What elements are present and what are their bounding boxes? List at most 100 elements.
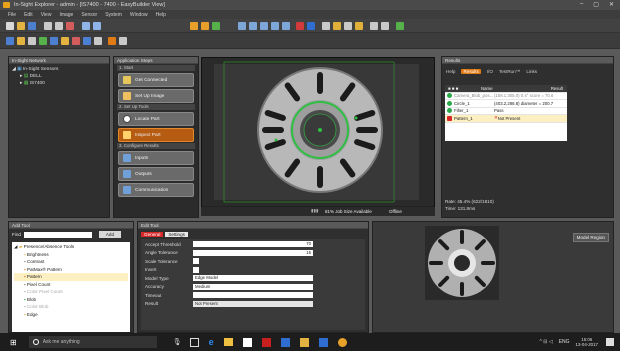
tab-links[interactable]: Links <box>526 69 537 74</box>
angle-tolerance-input[interactable]: 15 <box>193 249 313 256</box>
tool-item[interactable]: ▪ Edge <box>14 311 128 319</box>
redo-icon[interactable] <box>93 22 101 30</box>
language-indicator[interactable]: ENG <box>559 339 570 345</box>
tool-item[interactable]: ▪ Pixel Count <box>14 281 128 289</box>
notifications-icon[interactable] <box>606 338 614 346</box>
clock[interactable]: 15:06 13-04-2017 <box>576 337 598 347</box>
outputs-button[interactable]: Outputs <box>118 167 194 181</box>
menu-view[interactable]: View <box>41 12 52 18</box>
new-icon[interactable] <box>6 22 14 30</box>
locate-part-button[interactable]: Locate Part <box>118 112 194 126</box>
inspect-part-button[interactable]: Inspect Part <box>118 128 194 142</box>
spreadsheet-view-icon[interactable] <box>17 37 25 45</box>
model-region-button[interactable]: Model Region <box>572 233 609 242</box>
tree-item-is7400[interactable]: ▸ ▦ IS7400 <box>12 80 106 87</box>
tool-group-presence[interactable]: ◢ ▰ Presence/Absence Tools <box>14 243 128 251</box>
maximize-button[interactable]: ▢ <box>593 1 599 8</box>
zoom-100-icon[interactable] <box>282 22 290 30</box>
zoom-region-icon[interactable] <box>370 22 378 30</box>
col-result[interactable]: Result <box>517 86 567 91</box>
add-button[interactable]: Add <box>98 231 121 238</box>
cut-icon[interactable] <box>44 22 52 30</box>
image-display[interactable] <box>201 57 435 215</box>
settings-icon[interactable] <box>355 22 363 30</box>
menu-help[interactable]: Help <box>156 12 166 18</box>
tab-testrun[interactable]: TestRun™ <box>499 69 520 74</box>
tree-item-dell[interactable]: ▸ ▤ DELL <box>12 73 106 80</box>
store-icon[interactable] <box>242 337 252 347</box>
filmstrip-icon[interactable] <box>307 22 315 30</box>
tool-item[interactable]: ▪ Blob <box>14 296 128 304</box>
menu-system[interactable]: System <box>105 12 122 18</box>
delete-icon[interactable] <box>66 22 74 30</box>
tool-item[interactable]: ▪ PatMax® Pattern <box>14 266 128 274</box>
window-icon[interactable] <box>94 37 102 45</box>
filmstrip-view-icon[interactable] <box>28 37 36 45</box>
results-view-icon[interactable] <box>61 37 69 45</box>
status-icon[interactable] <box>396 22 404 30</box>
tab-io[interactable]: I/O <box>487 69 493 74</box>
online-icon[interactable] <box>212 22 220 30</box>
tab-help[interactable]: Help <box>446 69 455 74</box>
overlay-icon[interactable] <box>333 22 341 30</box>
tab-general[interactable]: General <box>141 232 164 237</box>
tool-item[interactable]: ▪ Contrast <box>14 258 128 266</box>
invert-checkbox[interactable] <box>193 266 199 273</box>
inputs-button[interactable]: Inputs <box>118 151 194 165</box>
menu-file[interactable]: File <box>8 12 16 18</box>
accuracy-select[interactable]: Medium <box>193 283 313 290</box>
open-icon[interactable] <box>17 22 25 30</box>
save-icon[interactable] <box>28 22 36 30</box>
table-row[interactable]: Pattern_1 ✕ Not Present <box>445 115 567 123</box>
zoom-fit-icon[interactable] <box>260 22 268 30</box>
timeout-input[interactable]: 1000 <box>193 292 313 299</box>
copy-icon[interactable] <box>55 22 63 30</box>
menu-edit[interactable]: Edit <box>24 12 33 18</box>
accept-threshold-input[interactable]: 70 <box>193 241 313 248</box>
trigger-icon[interactable] <box>190 22 198 30</box>
table-row[interactable]: Filter_1 Pass <box>445 108 567 115</box>
task-view-icon[interactable] <box>189 337 199 347</box>
tab-settings[interactable]: Settings <box>165 232 188 237</box>
outlook-icon[interactable] <box>280 337 290 347</box>
tab-results[interactable]: Results <box>461 69 481 74</box>
tray-icons[interactable]: ^ ⊟ ◁ <box>540 339 553 345</box>
graphics-icon[interactable] <box>322 22 330 30</box>
layout-icon[interactable] <box>83 37 91 45</box>
insight-explorer-icon[interactable] <box>299 337 309 347</box>
mic-icon[interactable]: 🎙 <box>173 338 182 346</box>
pdf-reader-icon[interactable] <box>261 337 271 347</box>
edge-browser-icon[interactable]: e <box>209 337 214 347</box>
dropdown-icon[interactable] <box>119 37 127 45</box>
taskbar-search-box[interactable]: Ask me anything <box>28 336 157 348</box>
close-button[interactable]: ✕ <box>609 1 614 8</box>
record-icon[interactable] <box>296 22 304 30</box>
customize-icon[interactable] <box>108 37 116 45</box>
zoom-fill-icon[interactable] <box>271 22 279 30</box>
palette-icon[interactable] <box>50 37 58 45</box>
model-type-select[interactable]: Edge Model <box>193 275 313 282</box>
file-explorer-icon[interactable] <box>223 338 233 346</box>
grid-icon[interactable] <box>344 22 352 30</box>
help-icon[interactable] <box>381 22 389 30</box>
set-up-image-button[interactable]: Set Up Image <box>118 89 194 103</box>
scale-tolerance-checkbox[interactable] <box>193 258 199 265</box>
get-connected-button[interactable]: Get Connected <box>118 73 194 87</box>
chrome-icon[interactable] <box>337 337 347 347</box>
col-name[interactable]: Name <box>481 86 517 91</box>
menu-sensor[interactable]: Sensor <box>81 12 97 18</box>
menu-image[interactable]: Image <box>59 12 73 18</box>
menu-window[interactable]: Window <box>130 12 148 18</box>
tree-item-sensors[interactable]: ◢ ▣ In-Sight Sensors <box>12 66 106 73</box>
network-view-icon[interactable] <box>39 37 47 45</box>
minimize-button[interactable]: – <box>580 1 583 8</box>
emulator-icon[interactable] <box>72 37 80 45</box>
find-input[interactable] <box>23 231 92 238</box>
zoom-in-icon[interactable] <box>238 22 246 30</box>
undo-icon[interactable] <box>82 22 90 30</box>
communication-button[interactable]: Communication <box>118 183 194 197</box>
live-video-icon[interactable] <box>201 22 209 30</box>
table-row[interactable]: Camera_Blob_pos... (158.1,305.0) 0.4° sc… <box>445 93 567 100</box>
table-row[interactable]: Circle_1 (403.2,288.8) diameter = 200.7 <box>445 100 567 108</box>
tool-item-selected[interactable]: ▪ Pattern <box>14 273 128 281</box>
